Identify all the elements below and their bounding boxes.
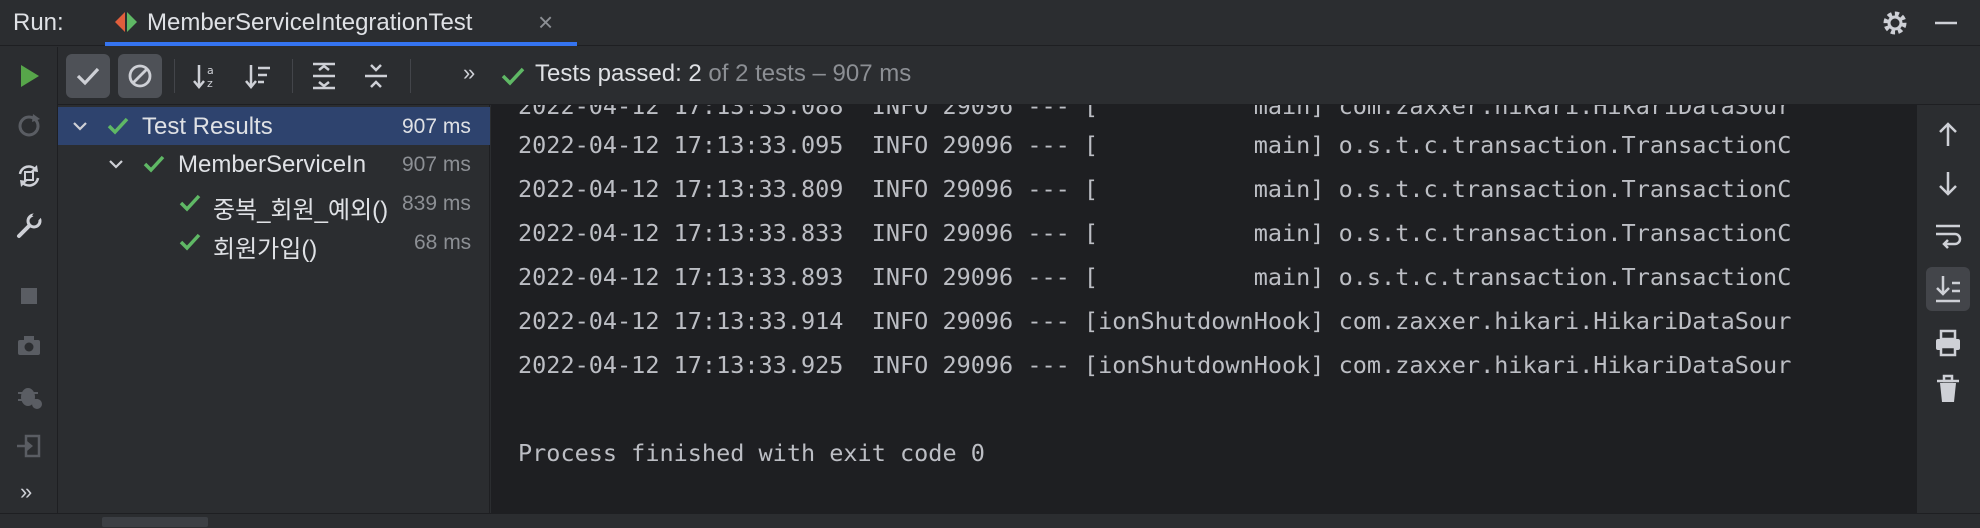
print-icon[interactable] [1932, 327, 1964, 359]
settings-wrench-icon[interactable] [14, 211, 44, 241]
log-line: 2022-04-12 17:13:33.833 INFO 29096 --- [… [518, 219, 1792, 247]
test-class-icon [115, 12, 137, 32]
sort-by-duration-button[interactable] [236, 54, 280, 98]
log-line: 2022-04-12 17:13:33.893 INFO 29096 --- [… [518, 263, 1792, 291]
run-icon[interactable] [14, 61, 44, 91]
collapse-all-icon [365, 64, 387, 88]
stop-icon[interactable] [14, 281, 44, 311]
tree-item-label: 회원가입() [213, 236, 318, 263]
log-line: 2022-04-12 17:13:33.914 INFO 29096 --- [… [518, 307, 1792, 335]
show-ignored-button[interactable] [118, 54, 162, 98]
tests-passed-check-icon [501, 67, 525, 86]
tab-active-indicator [105, 42, 577, 46]
run-label: Run: [13, 9, 64, 36]
log-line: 2022-04-12 17:13:33.088 INFO 29096 --- [… [518, 105, 1792, 120]
horizontal-scrollbar[interactable] [0, 513, 1980, 528]
tree-item-label: Test Results [142, 113, 273, 140]
sort-alpha-icon: a z [193, 64, 214, 90]
tree-item-duration: 907 ms [402, 115, 471, 138]
more-tools-icon[interactable]: » [20, 479, 32, 505]
toolbar-separator [410, 59, 411, 93]
passed-check-icon [143, 155, 165, 173]
scroll-to-end-icon [1936, 276, 1960, 303]
chevron-down-icon[interactable] [106, 154, 126, 174]
tests-total-duration: of 2 tests – 907 ms [701, 60, 912, 87]
chevron-down-icon[interactable] [70, 116, 90, 136]
toggle-auto-test-icon[interactable] [14, 161, 44, 191]
exit-icon[interactable] [14, 431, 44, 461]
test-status-summary: Tests passed: 2 of 2 tests – 907 ms [535, 60, 911, 88]
tree-item-label: MemberServiceIn [178, 151, 367, 178]
checkmark-icon [76, 67, 100, 86]
expand-all-button[interactable] [302, 54, 346, 98]
tree-item-duration: 839 ms [402, 192, 471, 215]
test-results-tree: Test Results 907 ms MemberServiceIn 907 … [58, 105, 490, 513]
close-icon[interactable]: × [538, 7, 553, 38]
sort-alphabetically-button[interactable]: a z [184, 54, 228, 98]
passed-check-icon [179, 194, 201, 212]
debug-icon[interactable] [14, 381, 44, 411]
tree-row-duplicate-member-test[interactable]: 중복_회원_예외() 839 ms [58, 184, 490, 224]
left-toolbar: » [0, 47, 58, 513]
tab-member-service-integration-test[interactable]: MemberServiceIntegrationTest × [105, 0, 577, 46]
log-line: 2022-04-12 17:13:33.925 INFO 29096 --- [… [518, 351, 1792, 379]
show-passed-button[interactable] [66, 54, 110, 98]
ignored-icon [128, 64, 152, 88]
screenshot-icon[interactable] [14, 331, 44, 361]
passed-check-icon [179, 233, 201, 251]
log-line: 2022-04-12 17:13:33.095 INFO 29096 --- [… [518, 131, 1792, 159]
scrollbar-thumb[interactable] [102, 517, 208, 527]
tree-row-test-results[interactable]: Test Results 907 ms [58, 107, 490, 145]
tree-item-label: 중복_회원_예외() [213, 197, 389, 224]
tree-item-duration: 907 ms [402, 153, 471, 176]
tab-title: MemberServiceIntegrationTest [147, 9, 473, 36]
console-toolbar [1916, 105, 1980, 513]
test-toolbar: a z » Tests passed: 2 of 2 tests – 907 m… [58, 47, 1980, 105]
tree-item-duration: 68 ms [414, 231, 472, 254]
scroll-to-end-button[interactable] [1926, 267, 1970, 311]
sort-duration-icon [245, 65, 270, 89]
exit-message: Process finished with exit code 0 [518, 439, 985, 467]
run-tool-window-header: Run: MemberServiceIntegrationTest × [0, 0, 1980, 46]
svg-text:a: a [207, 64, 214, 77]
scroll-down-icon[interactable] [1932, 167, 1964, 199]
expand-all-icon [313, 62, 335, 90]
more-actions-icon[interactable]: » [463, 60, 475, 86]
tree-row-member-service[interactable]: MemberServiceIn 907 ms [58, 145, 490, 183]
scroll-up-icon[interactable] [1932, 119, 1964, 151]
passed-check-icon [107, 117, 129, 135]
soft-wrap-icon[interactable] [1932, 219, 1964, 251]
minimize-icon[interactable] [1931, 8, 1961, 38]
trash-icon[interactable] [1932, 373, 1964, 405]
log-line: 2022-04-12 17:13:33.809 INFO 29096 --- [… [518, 175, 1792, 203]
toolbar-separator [292, 59, 293, 93]
console-output[interactable]: 2022-04-12 17:13:33.088 INFO 29096 --- [… [491, 105, 1916, 513]
tree-row-join-test[interactable]: 회원가입() 68 ms [58, 223, 490, 263]
tests-passed-label: Tests passed: 2 [535, 60, 702, 87]
rerun-failed-icon[interactable] [14, 111, 44, 141]
settings-icon[interactable] [1880, 8, 1910, 38]
toolbar-separator [174, 59, 175, 93]
collapse-all-button[interactable] [354, 54, 398, 98]
svg-text:z: z [207, 77, 213, 90]
